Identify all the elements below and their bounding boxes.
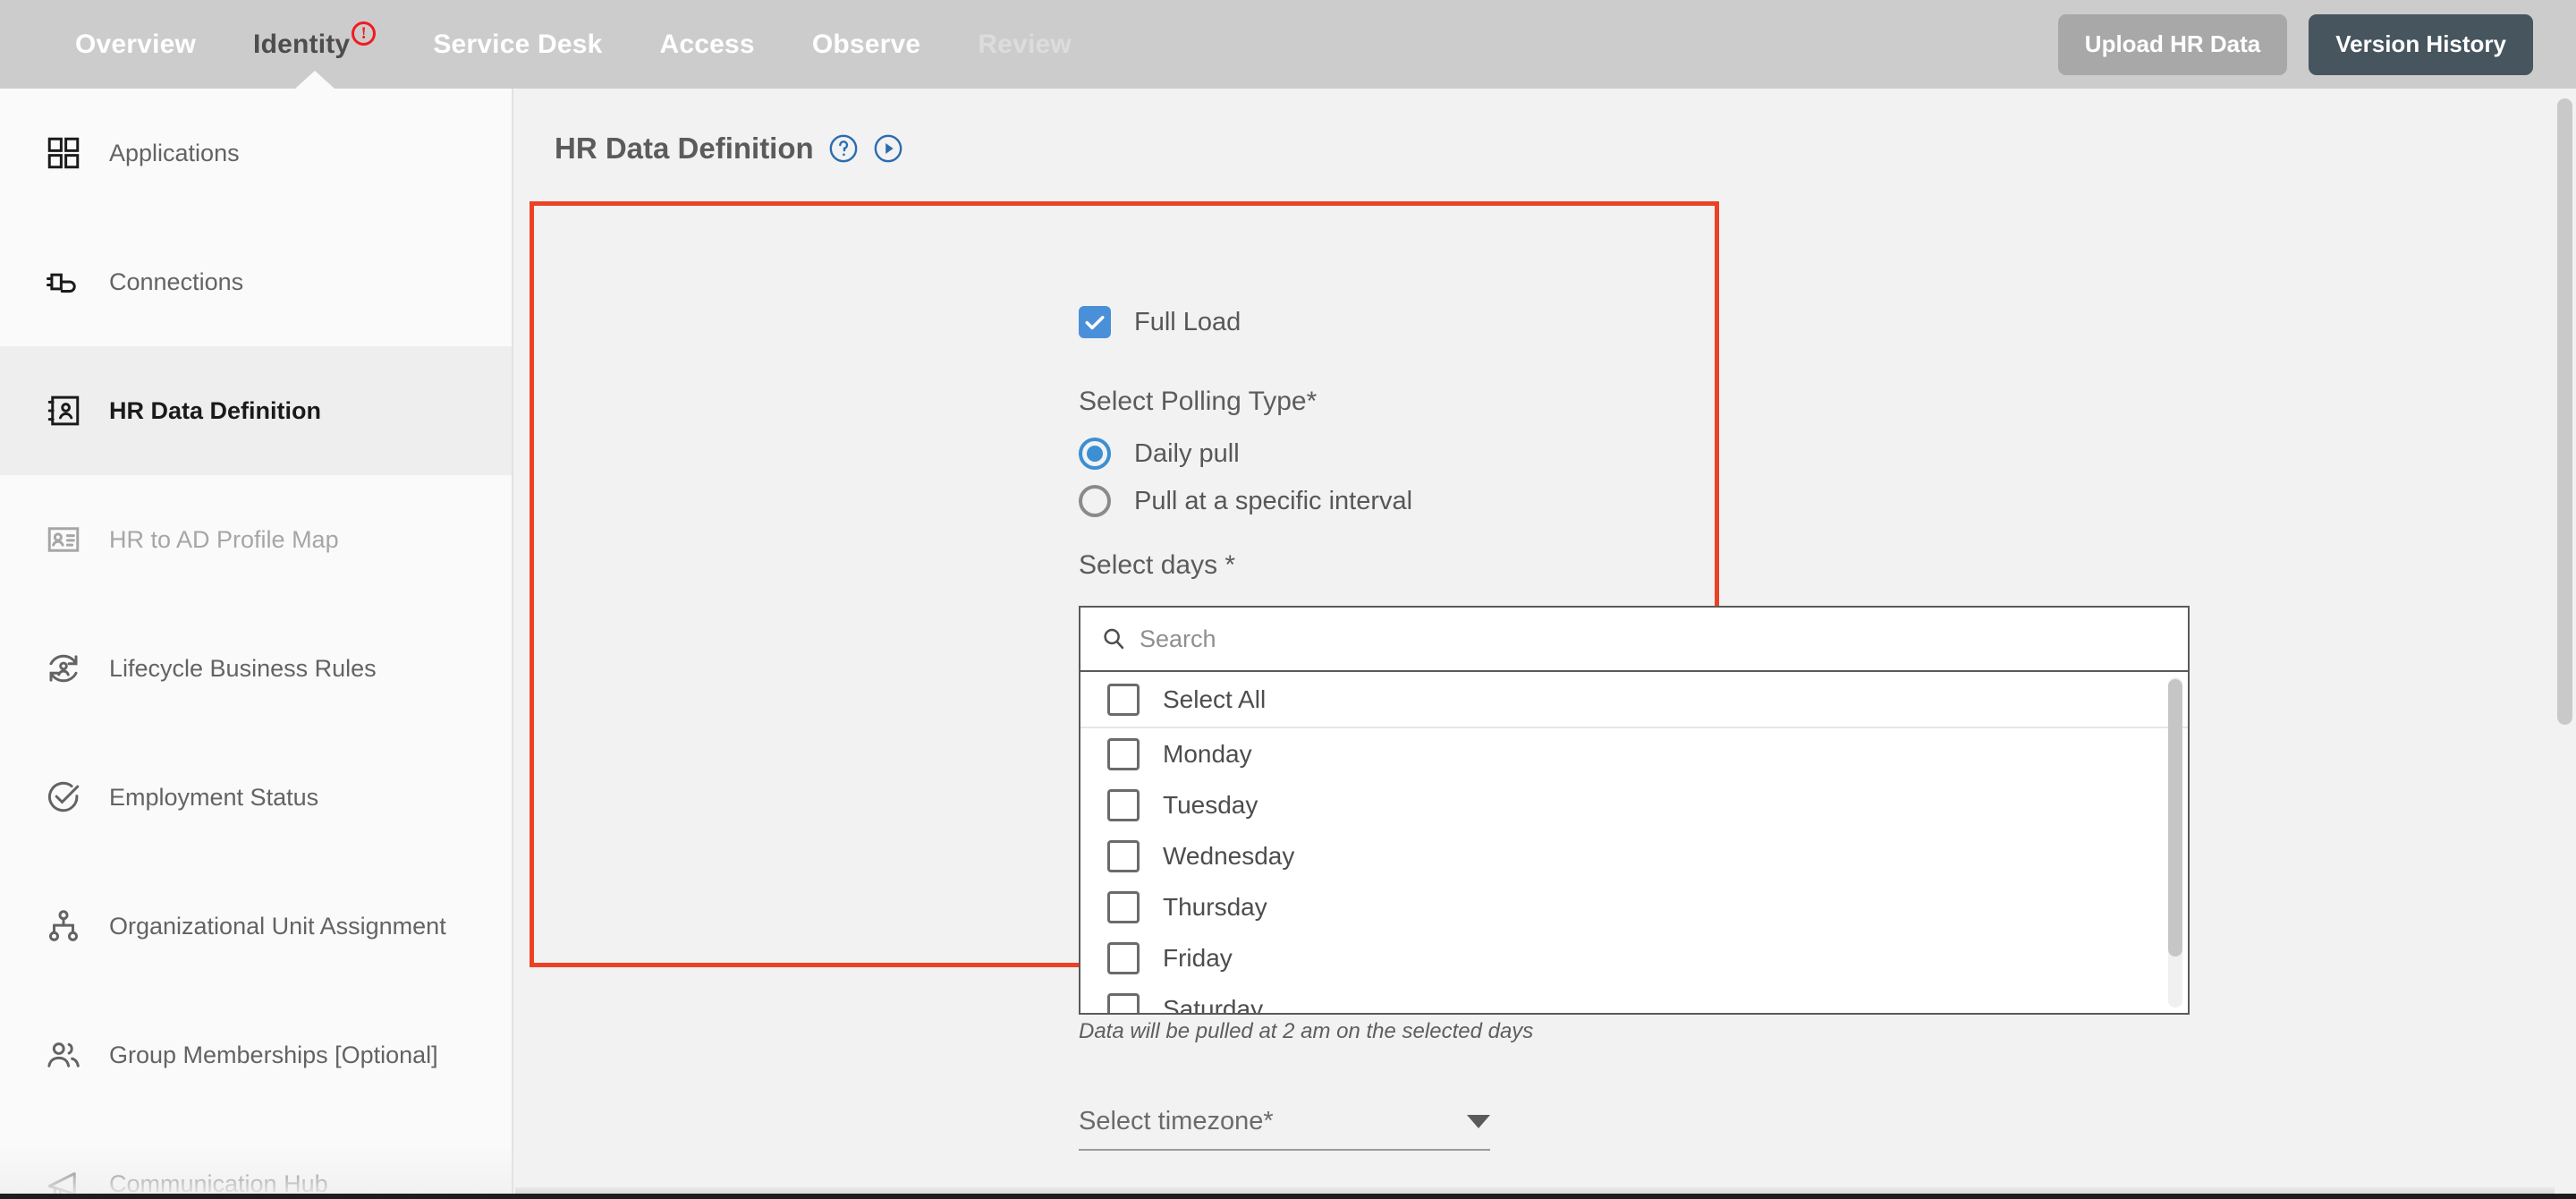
lifecycle-icon — [45, 650, 82, 687]
list-scrollbar-thumb[interactable] — [2168, 679, 2182, 957]
page-scrollbar-thumb[interactable] — [2557, 98, 2572, 725]
nav-tab-list: Overview Identity ! Service Desk Access … — [47, 0, 1100, 89]
friday-checkbox[interactable] — [1107, 941, 1140, 974]
daily-pull-label: Daily pull — [1134, 438, 1240, 468]
list-item-thursday[interactable]: Thursday — [1080, 881, 2188, 932]
polling-type-label-wrap: Select Polling Type* — [1079, 387, 1317, 417]
list-item-label: Monday — [1163, 739, 1252, 768]
list-item-label: Friday — [1163, 943, 1233, 972]
thursday-checkbox[interactable] — [1107, 890, 1140, 923]
sidebar-item-connections[interactable]: Connections — [0, 217, 512, 346]
sidebar-item-label: Group Memberships [Optional] — [109, 1041, 438, 1068]
alert-exclamation-icon: ! — [352, 21, 377, 46]
select-days-list: Select All Monday Tuesday Wednesday Thur… — [1080, 672, 2188, 1013]
active-tab-pointer — [294, 71, 335, 89]
tuesday-checkbox[interactable] — [1107, 788, 1140, 821]
profile-map-icon — [45, 521, 82, 558]
list-item-saturday[interactable]: Saturday — [1080, 983, 2188, 1013]
main-content: HR Data Definition Full Load Select Poll… — [515, 89, 2576, 1199]
nav-actions: Upload HR Data Version History — [2057, 13, 2533, 75]
polling-type-label: Select Polling Type* — [1079, 387, 1318, 416]
select-days-label: Select days * — [1079, 550, 1236, 580]
full-load-row[interactable]: Full Load — [1079, 306, 1241, 338]
daily-pull-radio[interactable] — [1079, 438, 1111, 470]
question-circle-icon[interactable] — [828, 133, 859, 164]
wednesday-checkbox[interactable] — [1107, 839, 1140, 872]
contact-card-icon — [45, 392, 82, 429]
window-bottom-edge — [0, 1194, 2576, 1199]
sidebar-item-communication-hub[interactable]: Communication Hub — [0, 1119, 512, 1199]
nav-tab-service-desk[interactable]: Service Desk — [404, 0, 631, 89]
sidebar-item-label: Connections — [109, 268, 244, 295]
list-item-wednesday[interactable]: Wednesday — [1080, 830, 2188, 881]
monday-checkbox[interactable] — [1107, 737, 1140, 770]
list-item-friday[interactable]: Friday — [1080, 932, 2188, 983]
select-days-search-row[interactable] — [1080, 608, 2188, 672]
upload-hr-data-button[interactable]: Upload HR Data — [2057, 13, 2288, 75]
sidebar-item-label: Employment Status — [109, 783, 319, 811]
play-circle-icon[interactable] — [873, 133, 903, 164]
search-input[interactable] — [1140, 625, 2168, 653]
list-item-tuesday[interactable]: Tuesday — [1080, 779, 2188, 830]
people-icon — [45, 1036, 82, 1074]
list-item-select-all[interactable]: Select All — [1080, 672, 2188, 728]
polling-option-specific-interval[interactable]: Pull at a specific interval — [1079, 485, 1412, 517]
list-item-monday[interactable]: Monday — [1080, 728, 2188, 779]
timezone-label: Select timezone* — [1079, 1107, 1274, 1135]
full-load-label: Full Load — [1134, 307, 1241, 336]
polling-option-daily-pull[interactable]: Daily pull — [1079, 438, 1240, 470]
list-item-label: Saturday — [1163, 994, 1264, 1014]
select-days-multiselect: Select All Monday Tuesday Wednesday Thur… — [1079, 606, 2190, 1015]
list-item-label: Tuesday — [1163, 790, 1258, 819]
search-icon — [1104, 628, 1124, 650]
sidebar-item-label: Lifecycle Business Rules — [109, 654, 377, 682]
sidebar-item-employment-status[interactable]: Employment Status — [0, 733, 512, 862]
sidebar-item-label: Applications — [109, 139, 240, 166]
nav-tab-overview[interactable]: Overview — [47, 0, 225, 89]
sidebar-item-group-memberships[interactable]: Group Memberships [Optional] — [0, 991, 512, 1119]
org-tree-icon — [45, 907, 82, 945]
list-item-label: Select All — [1163, 685, 1267, 713]
select-days-hint: Data will be pulled at 2 am on the selec… — [1079, 1019, 1534, 1043]
nav-tab-identity[interactable]: Identity ! — [225, 0, 404, 89]
sidebar-item-hr-to-ad-profile-map[interactable]: HR to AD Profile Map — [0, 475, 512, 604]
plug-icon — [45, 263, 82, 301]
nav-tab-label: Identity — [253, 29, 351, 59]
nav-tab-label: Overview — [75, 29, 197, 59]
nav-tab-review[interactable]: Review — [949, 0, 1100, 89]
select-all-checkbox[interactable] — [1107, 683, 1140, 716]
select-days-label-wrap: Select days * — [1079, 550, 1235, 581]
page-title: HR Data Definition — [555, 132, 814, 165]
specific-interval-radio[interactable] — [1079, 485, 1111, 517]
sidebar-item-label: HR to AD Profile Map — [109, 525, 339, 553]
top-navigation-bar: Overview Identity ! Service Desk Access … — [0, 0, 2576, 89]
check-circle-icon — [45, 778, 82, 816]
full-load-checkbox[interactable] — [1079, 306, 1111, 338]
nav-tab-observe[interactable]: Observe — [784, 0, 949, 89]
list-item-label: Thursday — [1163, 892, 1267, 921]
sidebar: Applications Connections HR Data Definit… — [0, 89, 513, 1199]
nav-tab-label: Access — [659, 29, 755, 59]
page-title-row: HR Data Definition — [555, 132, 2576, 166]
sidebar-item-applications[interactable]: Applications — [0, 89, 512, 217]
grid-icon — [45, 134, 82, 172]
nav-tab-label: Observe — [811, 29, 921, 59]
sidebar-item-organizational-unit-assignment[interactable]: Organizational Unit Assignment — [0, 862, 512, 991]
sidebar-item-label: HR Data Definition — [109, 396, 322, 424]
specific-interval-label: Pull at a specific interval — [1134, 486, 1413, 515]
nav-tab-label: Service Desk — [433, 29, 603, 59]
nav-tab-label: Review — [978, 29, 1072, 59]
sidebar-item-lifecycle-business-rules[interactable]: Lifecycle Business Rules — [0, 604, 512, 733]
version-history-button[interactable]: Version History — [2309, 13, 2533, 75]
sidebar-item-hr-data-definition[interactable]: HR Data Definition — [0, 346, 512, 475]
saturday-checkbox[interactable] — [1107, 992, 1140, 1013]
timezone-select[interactable]: Select timezone* — [1079, 1107, 1490, 1151]
list-item-label: Wednesday — [1163, 841, 1295, 870]
nav-tab-access[interactable]: Access — [631, 0, 784, 89]
sidebar-item-label: Organizational Unit Assignment — [109, 912, 446, 940]
chevron-down-icon — [1467, 1115, 1490, 1128]
